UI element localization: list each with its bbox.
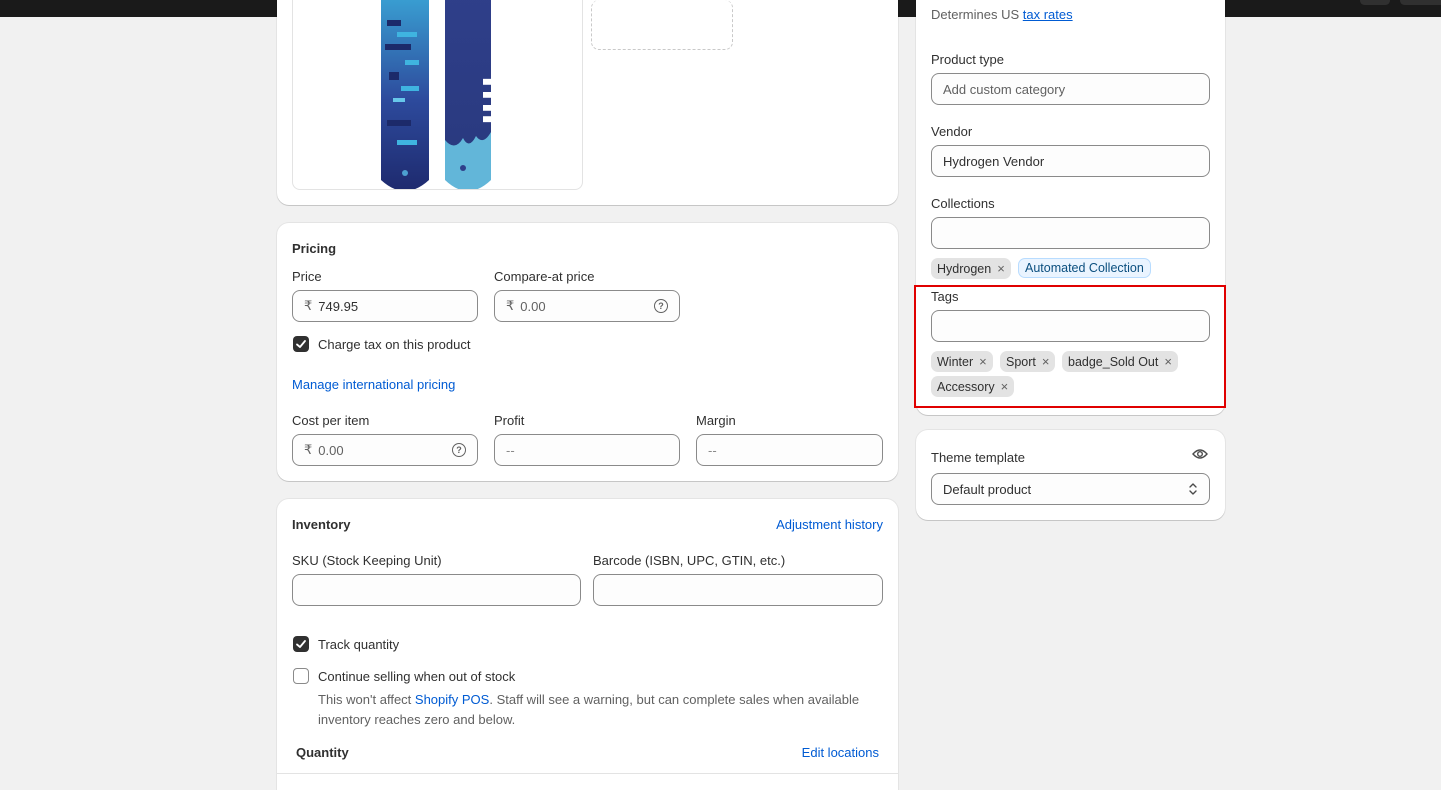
margin-label: Margin <box>696 413 736 428</box>
pricing-title: Pricing <box>292 241 337 256</box>
profit-field: -- <box>494 434 680 466</box>
collection-tag-label: Hydrogen <box>937 261 992 276</box>
theme-template-value: Default product <box>943 481 1032 497</box>
continue-selling-checkbox[interactable] <box>293 668 309 684</box>
product-type-placeholder: Add custom category <box>943 81 1066 97</box>
sku-label: SKU (Stock Keeping Unit) <box>292 553 442 568</box>
track-quantity-checkbox[interactable] <box>293 636 309 652</box>
topbar-account-button[interactable] <box>1400 0 1441 5</box>
price-label: Price <box>292 269 322 284</box>
media-thumbnail[interactable]: mi <box>292 0 583 190</box>
compare-at-price-placeholder: 0.00 <box>520 298 546 314</box>
currency-symbol: ₹ <box>506 298 515 313</box>
tag-label: Winter <box>937 354 974 369</box>
cost-per-item-placeholder: 0.00 <box>318 442 344 458</box>
sku-input[interactable] <box>292 574 581 606</box>
tax-note-text: Determines US <box>931 7 1020 22</box>
tag-winter: Winter × <box>931 351 993 372</box>
checkmark-icon <box>296 340 306 348</box>
barcode-label: Barcode (ISBN, UPC, GTIN, etc.) <box>593 553 786 568</box>
edit-locations-link[interactable]: Edit locations <box>802 745 879 760</box>
tag-badge-sold-out: badge_Sold Out × <box>1062 351 1178 372</box>
currency-symbol: ₹ <box>304 298 313 313</box>
vendor-input[interactable]: Hydrogen Vendor <box>931 145 1210 177</box>
helper-text-start: This won't affect <box>318 692 415 707</box>
cost-per-item-label: Cost per item <box>292 413 370 428</box>
inventory-card: Inventory Adjustment history SKU (Stock … <box>277 499 898 790</box>
help-icon[interactable]: ? <box>654 299 668 313</box>
tag-label: Sport <box>1006 354 1036 369</box>
collection-tag-label: Automated Collection <box>1025 261 1144 275</box>
remove-tag-icon[interactable]: × <box>1001 379 1009 394</box>
margin-field: -- <box>696 434 883 466</box>
collections-label: Collections <box>931 196 995 211</box>
checkmark-icon <box>296 640 306 648</box>
vendor-label: Vendor <box>931 124 973 139</box>
tax-rates-link[interactable]: tax rates <box>1023 7 1073 22</box>
remove-tag-icon[interactable]: × <box>1164 354 1172 369</box>
tag-label: Accessory <box>937 379 995 394</box>
svg-text:mi: mi <box>474 76 521 125</box>
topbar-button[interactable] <box>1360 0 1390 5</box>
tag-label: badge_Sold Out <box>1068 354 1159 369</box>
tags-input[interactable] <box>931 310 1210 342</box>
product-type-input[interactable]: Add custom category <box>931 73 1210 105</box>
help-icon[interactable]: ? <box>452 443 466 457</box>
price-value: 749.95 <box>318 298 359 314</box>
product-organization-card: Determines US tax rates Product type Add… <box>916 0 1225 415</box>
cost-per-item-input[interactable]: ₹ 0.00 ? <box>292 434 478 466</box>
remove-tag-icon[interactable]: × <box>979 354 987 369</box>
tag-sport: Sport × <box>1000 351 1056 372</box>
snowboard-image: mi <box>381 0 521 189</box>
vendor-value: Hydrogen Vendor <box>943 153 1045 169</box>
adjustment-history-link[interactable]: Adjustment history <box>776 517 883 532</box>
theme-template-select[interactable]: Default product <box>931 473 1210 505</box>
quantity-title: Quantity <box>296 745 349 760</box>
profit-label: Profit <box>494 413 525 428</box>
chevron-up-down-icon <box>1189 483 1197 495</box>
collection-tag-hydrogen: Hydrogen × <box>931 258 1011 279</box>
remove-collection-icon[interactable]: × <box>997 261 1005 276</box>
remove-tag-icon[interactable]: × <box>1042 354 1050 369</box>
price-input[interactable]: ₹ 749.95 <box>292 290 478 322</box>
currency-symbol: ₹ <box>304 442 313 457</box>
media-dropzone[interactable] <box>591 0 733 50</box>
collection-tag-automated: Automated Collection <box>1018 258 1151 278</box>
barcode-input[interactable] <box>593 574 883 606</box>
compare-at-price-label: Compare-at price <box>494 269 595 284</box>
charge-tax-checkbox[interactable] <box>293 336 309 352</box>
charge-tax-label: Charge tax on this product <box>318 337 471 352</box>
quantity-divider <box>277 773 898 774</box>
collections-input[interactable] <box>931 217 1210 249</box>
shopify-pos-link[interactable]: Shopify POS <box>415 692 489 707</box>
profit-value: -- <box>506 442 515 458</box>
compare-at-price-input[interactable]: ₹ 0.00 ? <box>494 290 680 322</box>
manage-international-pricing-link[interactable]: Manage international pricing <box>292 377 455 392</box>
media-card: mi <box>277 0 898 205</box>
theme-template-label: Theme template <box>931 450 1025 465</box>
continue-selling-label: Continue selling when out of stock <box>318 669 516 684</box>
pricing-card: Pricing Price ₹ 749.95 Compare-at price … <box>277 223 898 481</box>
continue-selling-helper-text: This won't affect Shopify POS. Staff wil… <box>318 690 878 730</box>
margin-value: -- <box>708 442 717 458</box>
track-quantity-label: Track quantity <box>318 637 400 652</box>
inventory-title: Inventory <box>292 517 351 532</box>
tags-label: Tags <box>931 289 959 304</box>
eye-icon[interactable] <box>1192 447 1208 461</box>
tax-note: Determines US tax rates <box>931 5 1073 25</box>
tag-accessory: Accessory × <box>931 376 1015 397</box>
theme-template-card: Theme template Default product <box>916 430 1225 520</box>
product-type-label: Product type <box>931 52 1004 67</box>
